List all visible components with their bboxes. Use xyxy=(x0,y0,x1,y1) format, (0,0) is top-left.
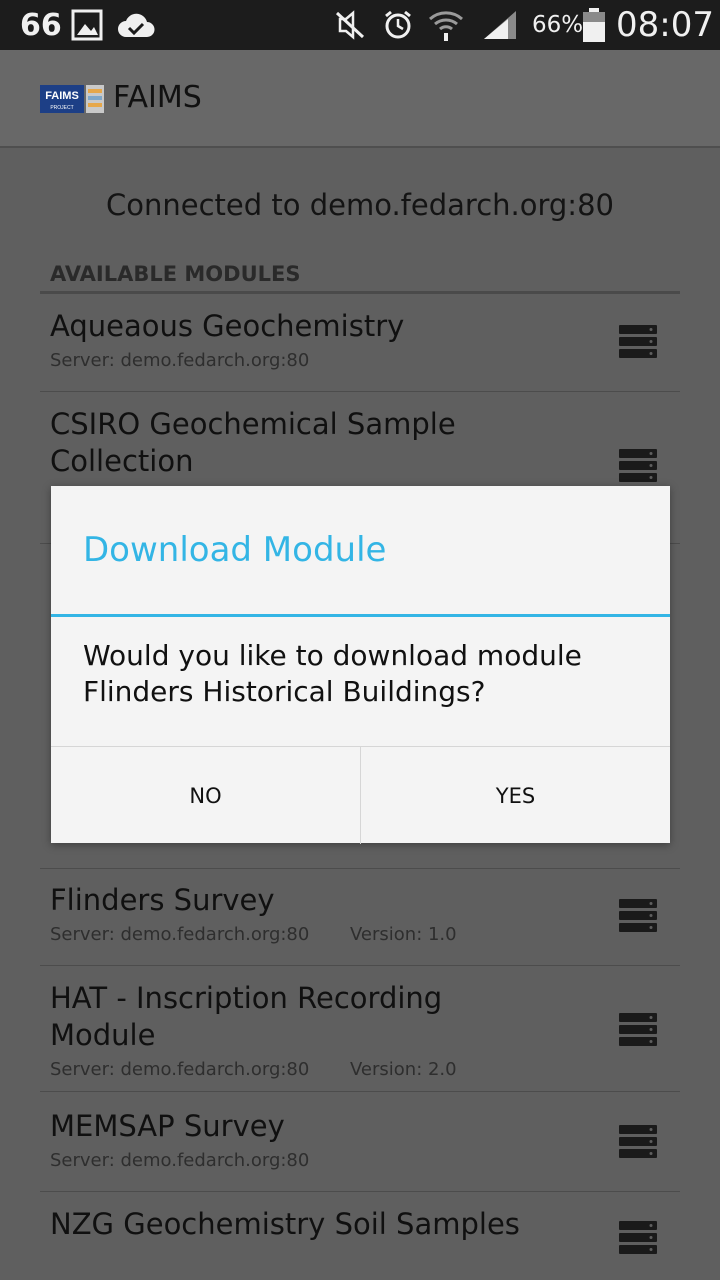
alarm-icon xyxy=(382,0,414,50)
no-button[interactable]: NO xyxy=(51,747,361,844)
module-row[interactable]: MEMSAP Survey Server: demo.fedarch.org:8… xyxy=(40,1092,680,1192)
module-version: Version: 1.0 xyxy=(350,924,457,945)
battery-icon xyxy=(582,0,606,50)
dialog-title: Download Module xyxy=(83,530,387,570)
dialog-title-divider xyxy=(51,614,670,617)
app-logo: FAIMS PROJECT xyxy=(40,85,104,113)
section-divider xyxy=(40,291,680,294)
module-server: Server: demo.fedarch.org:80 xyxy=(50,924,310,945)
server-icon[interactable] xyxy=(618,324,658,360)
action-bar xyxy=(0,50,720,148)
cloud-check-icon xyxy=(117,0,155,50)
module-server: Server: demo.fedarch.org:80 xyxy=(50,350,310,371)
module-name: MEMSAP Survey xyxy=(50,1109,285,1143)
server-icon[interactable] xyxy=(618,1124,658,1160)
connection-status: Connected to demo.fedarch.org:80 xyxy=(106,188,614,222)
server-icon[interactable] xyxy=(618,1220,658,1256)
image-icon xyxy=(71,0,103,50)
battery-percent: 66% xyxy=(532,12,584,38)
module-version: Version: 2.0 xyxy=(350,1059,457,1080)
module-row[interactable]: HAT - Inscription Recording Module Serve… xyxy=(40,966,680,1092)
dialog-button-bar: NO YES xyxy=(51,746,670,844)
module-row[interactable]: Flinders Survey Server: demo.fedarch.org… xyxy=(40,868,680,966)
logo-subtext: PROJECT xyxy=(50,105,73,111)
mute-icon xyxy=(334,0,366,50)
module-server: Server: demo.fedarch.org:80 xyxy=(50,1059,310,1080)
module-name: NZG Geochemistry Soil Samples xyxy=(50,1207,520,1241)
signal-icon xyxy=(482,0,518,50)
module-server: Server: demo.fedarch.org:80 xyxy=(50,1150,310,1171)
server-icon[interactable] xyxy=(618,448,658,484)
server-icon[interactable] xyxy=(618,1012,658,1048)
dialog-message: Would you like to download module Flinde… xyxy=(83,639,582,708)
row-divider xyxy=(40,868,680,869)
app-title: FAIMS xyxy=(113,80,202,115)
module-name: CSIRO Geochemical Sample Collection xyxy=(50,407,456,478)
module-name: HAT - Inscription Recording Module xyxy=(50,981,443,1052)
status-bar: 66 66% 08:07 xyxy=(0,0,720,50)
module-row[interactable]: NZG Geochemistry Soil Samples xyxy=(40,1192,680,1280)
server-icon[interactable] xyxy=(618,898,658,934)
module-name: Aqueaous Geochemistry xyxy=(50,309,405,343)
module-row[interactable]: Aqueaous Geochemistry Server: demo.fedar… xyxy=(40,296,680,392)
notification-count: 66 xyxy=(20,7,62,43)
download-dialog: Download Module Would you like to downlo… xyxy=(51,486,670,844)
logo-text: FAIMS xyxy=(45,90,79,102)
module-name: Flinders Survey xyxy=(50,883,275,917)
yes-button[interactable]: YES xyxy=(361,747,670,844)
clock-time: 08:07 xyxy=(616,5,714,45)
section-header: AVAILABLE MODULES xyxy=(50,262,301,286)
wifi-icon xyxy=(428,0,464,50)
